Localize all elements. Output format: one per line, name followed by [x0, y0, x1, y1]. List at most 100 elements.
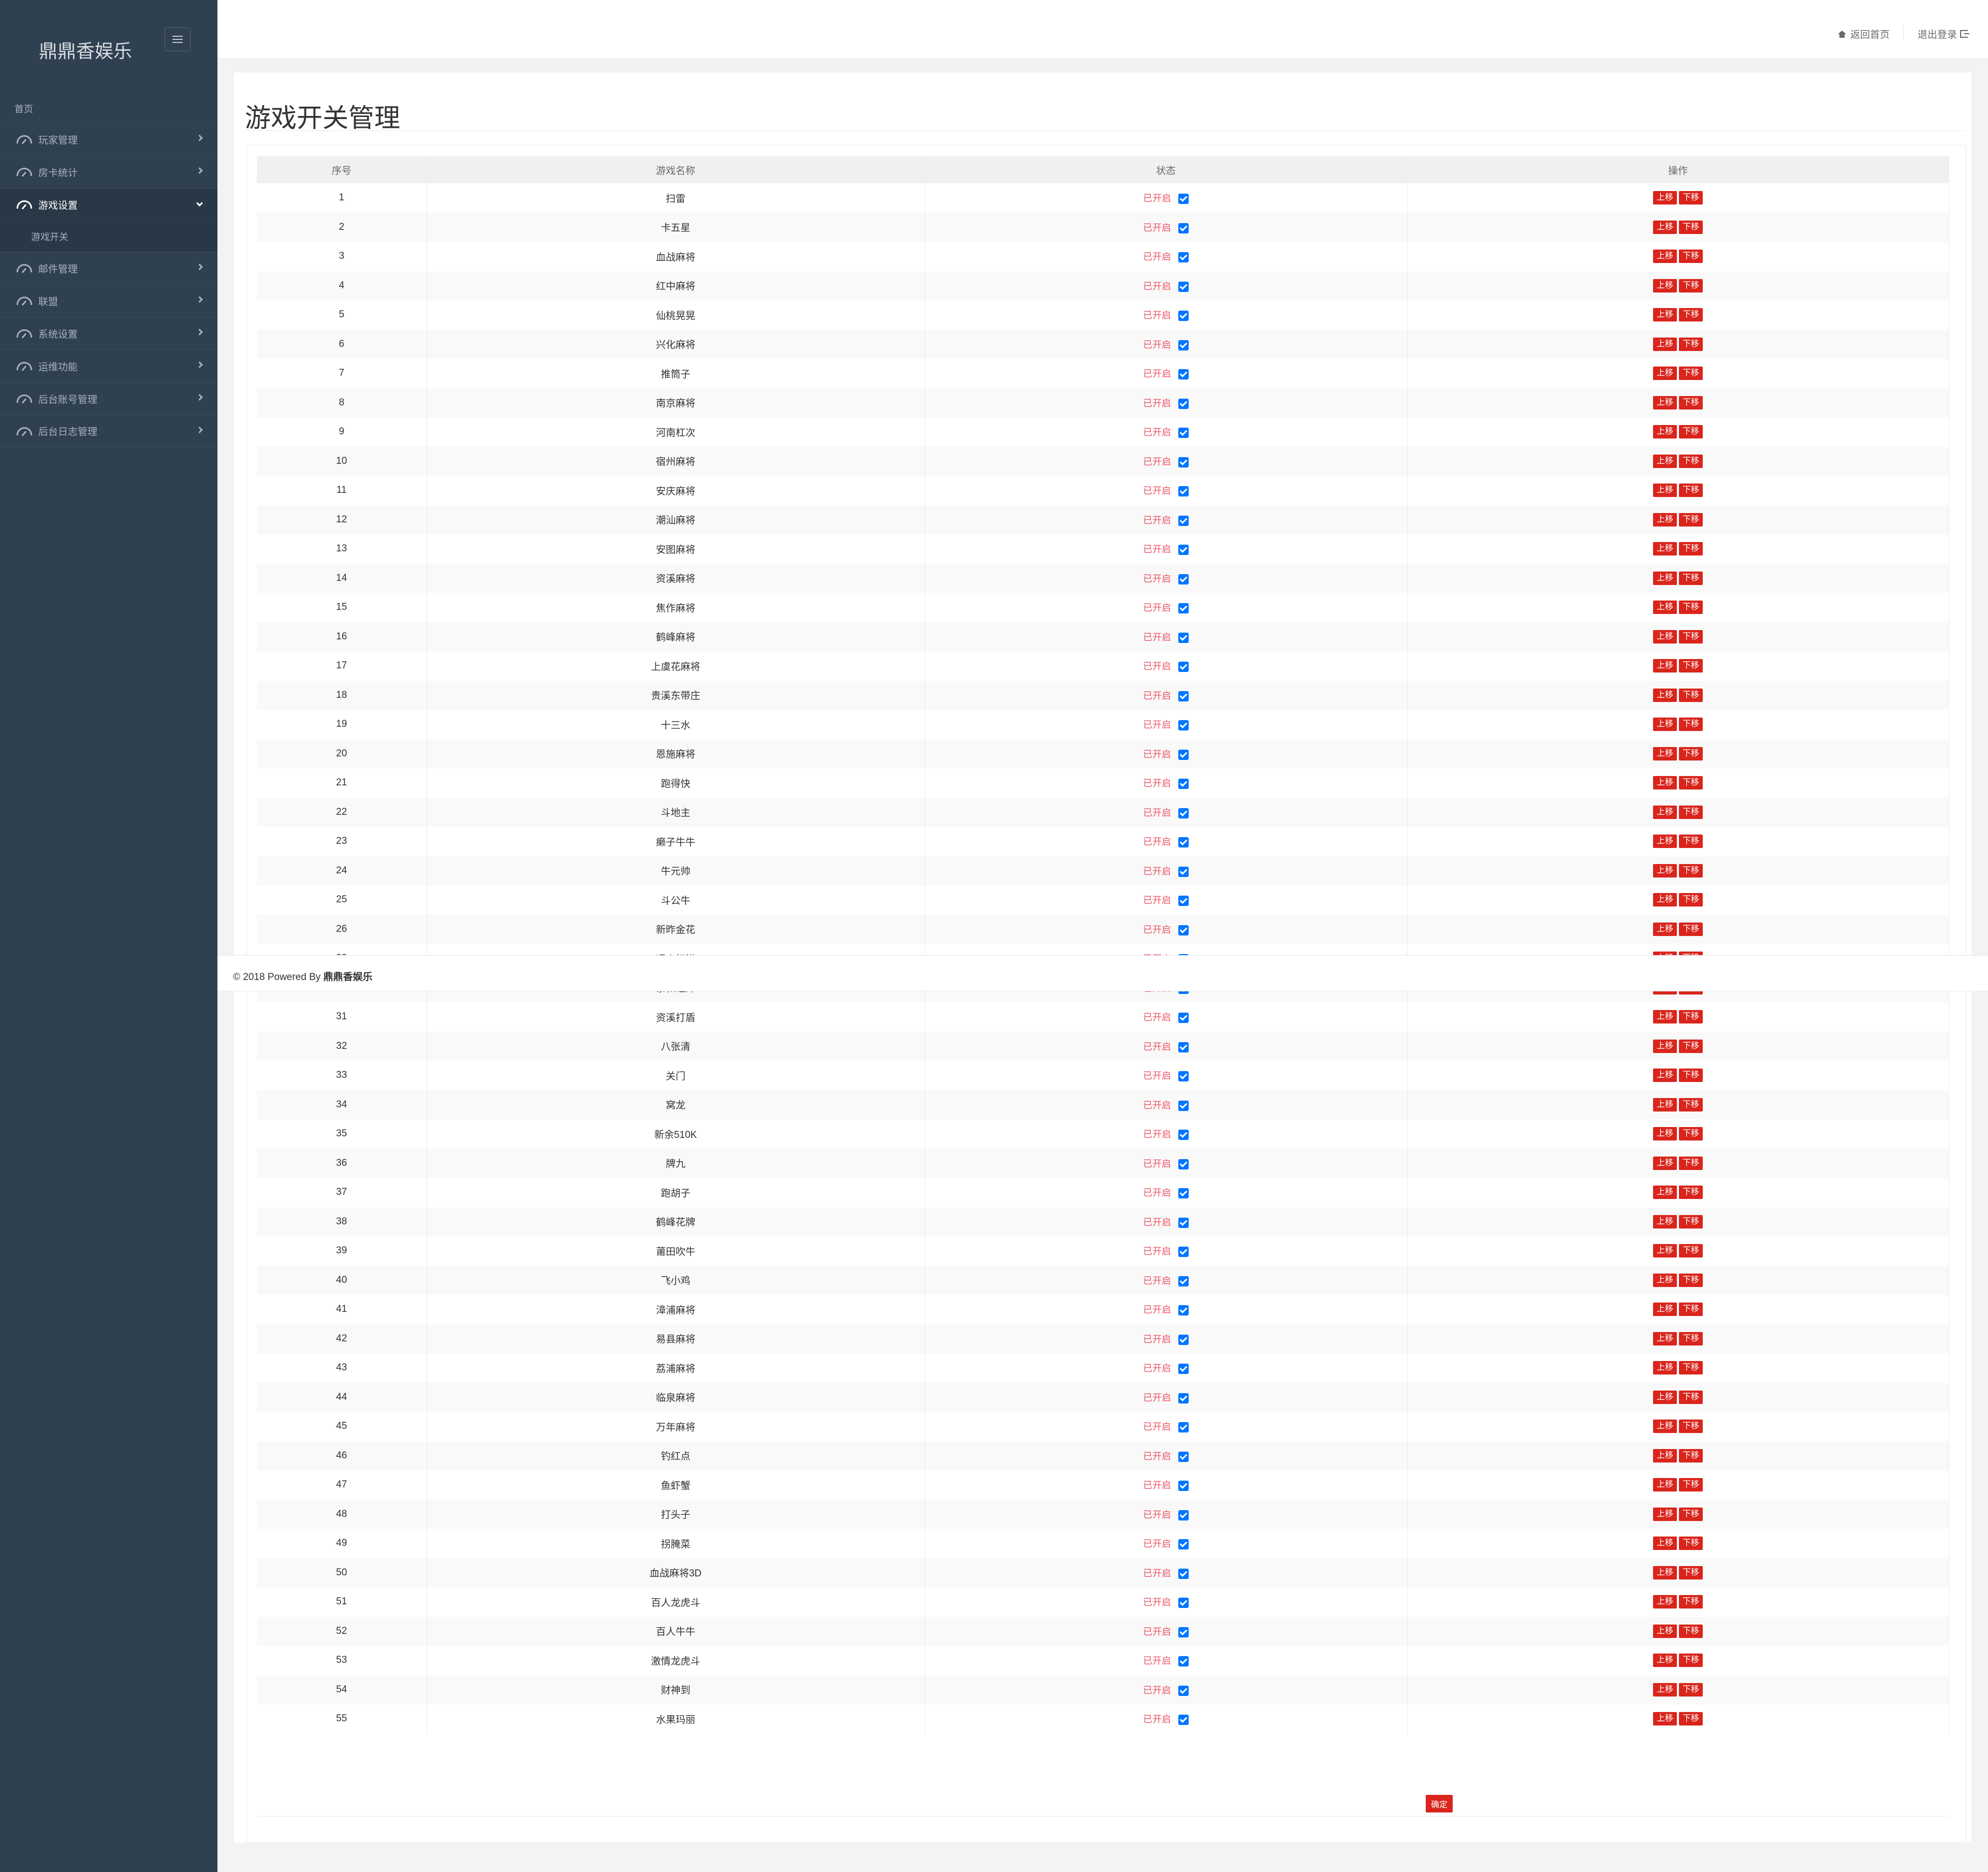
move-down-button[interactable]: 下移	[1679, 191, 1703, 205]
enabled-checkbox[interactable]	[1178, 1130, 1189, 1140]
sidebar-item-system[interactable]: 系统设置	[0, 317, 217, 349]
move-down-button[interactable]: 下移	[1679, 718, 1703, 732]
logout-link[interactable]: 退出登录	[1918, 27, 1970, 41]
move-up-button[interactable]: 上移	[1653, 805, 1677, 819]
move-down-button[interactable]: 下移	[1679, 601, 1703, 615]
move-up-button[interactable]: 上移	[1653, 718, 1677, 732]
move-up-button[interactable]: 上移	[1653, 601, 1677, 615]
enabled-checkbox[interactable]	[1178, 486, 1189, 497]
move-up-button[interactable]: 上移	[1653, 1156, 1677, 1170]
move-down-button[interactable]: 下移	[1679, 250, 1703, 264]
enabled-checkbox[interactable]	[1178, 779, 1189, 789]
move-down-button[interactable]: 下移	[1679, 1127, 1703, 1141]
move-up-button[interactable]: 上移	[1653, 1244, 1677, 1258]
move-down-button[interactable]: 下移	[1679, 279, 1703, 292]
enabled-checkbox[interactable]	[1178, 837, 1189, 848]
move-down-button[interactable]: 下移	[1679, 922, 1703, 936]
move-down-button[interactable]: 下移	[1679, 1215, 1703, 1228]
enabled-checkbox[interactable]	[1178, 1334, 1189, 1345]
move-down-button[interactable]: 下移	[1679, 688, 1703, 702]
move-down-button[interactable]: 下移	[1679, 571, 1703, 585]
move-down-button[interactable]: 下移	[1679, 484, 1703, 498]
move-up-button[interactable]: 上移	[1653, 1449, 1677, 1462]
sidebar-item-game-settings[interactable]: 游戏设置	[0, 188, 217, 221]
enabled-checkbox[interactable]	[1178, 1364, 1189, 1374]
enabled-checkbox[interactable]	[1178, 340, 1189, 350]
enabled-checkbox[interactable]	[1178, 691, 1189, 701]
move-up-button[interactable]: 上移	[1653, 1303, 1677, 1317]
enabled-checkbox[interactable]	[1178, 1188, 1189, 1199]
enabled-checkbox[interactable]	[1178, 1305, 1189, 1316]
move-down-button[interactable]: 下移	[1679, 1098, 1703, 1112]
enabled-checkbox[interactable]	[1178, 1627, 1189, 1637]
sidebar-subitem-game-switch[interactable]: 游戏开关	[0, 221, 217, 252]
move-up-button[interactable]: 上移	[1653, 1273, 1677, 1287]
enabled-checkbox[interactable]	[1178, 1685, 1189, 1696]
move-down-button[interactable]: 下移	[1679, 1332, 1703, 1346]
move-down-button[interactable]: 下移	[1679, 659, 1703, 673]
enabled-checkbox[interactable]	[1178, 252, 1189, 263]
move-up-button[interactable]: 上移	[1653, 396, 1677, 410]
move-up-button[interactable]: 上移	[1653, 1390, 1677, 1404]
move-down-button[interactable]: 下移	[1679, 1069, 1703, 1083]
move-down-button[interactable]: 下移	[1679, 1595, 1703, 1609]
move-down-button[interactable]: 下移	[1679, 630, 1703, 644]
enabled-checkbox[interactable]	[1178, 749, 1189, 760]
enabled-checkbox[interactable]	[1178, 1715, 1189, 1725]
move-up-button[interactable]: 上移	[1653, 1683, 1677, 1696]
move-down-button[interactable]: 下移	[1679, 220, 1703, 234]
move-up-button[interactable]: 上移	[1653, 337, 1677, 351]
enabled-checkbox[interactable]	[1178, 369, 1189, 380]
move-up-button[interactable]: 上移	[1653, 835, 1677, 849]
enabled-checkbox[interactable]	[1178, 1247, 1189, 1257]
move-up-button[interactable]: 上移	[1653, 1361, 1677, 1375]
enabled-checkbox[interactable]	[1178, 866, 1189, 877]
move-down-button[interactable]: 下移	[1679, 367, 1703, 381]
move-down-button[interactable]: 下移	[1679, 1624, 1703, 1638]
sidebar-item-mail[interactable]: 邮件管理	[0, 252, 217, 284]
enabled-checkbox[interactable]	[1178, 194, 1189, 204]
move-up-button[interactable]: 上移	[1653, 1507, 1677, 1521]
move-up-button[interactable]: 上移	[1653, 1069, 1677, 1083]
move-up-button[interactable]: 上移	[1653, 1039, 1677, 1053]
move-up-button[interactable]: 上移	[1653, 191, 1677, 205]
enabled-checkbox[interactable]	[1178, 1013, 1189, 1023]
move-up-button[interactable]: 上移	[1653, 250, 1677, 264]
enabled-checkbox[interactable]	[1178, 1100, 1189, 1111]
move-up-button[interactable]: 上移	[1653, 1127, 1677, 1141]
move-up-button[interactable]: 上移	[1653, 279, 1677, 292]
move-up-button[interactable]: 上移	[1653, 1624, 1677, 1638]
sidebar-home-link[interactable]: 首页	[14, 102, 33, 115]
move-up-button[interactable]: 上移	[1653, 484, 1677, 498]
enabled-checkbox[interactable]	[1178, 1393, 1189, 1403]
move-down-button[interactable]: 下移	[1679, 1361, 1703, 1375]
move-down-button[interactable]: 下移	[1679, 1683, 1703, 1696]
move-down-button[interactable]: 下移	[1679, 835, 1703, 849]
move-down-button[interactable]: 下移	[1679, 1449, 1703, 1462]
enabled-checkbox[interactable]	[1178, 925, 1189, 935]
move-down-button[interactable]: 下移	[1679, 1010, 1703, 1024]
move-up-button[interactable]: 上移	[1653, 1712, 1677, 1726]
enabled-checkbox[interactable]	[1178, 1217, 1189, 1228]
confirm-button[interactable]: 确定	[1426, 1795, 1453, 1812]
move-up-button[interactable]: 上移	[1653, 1595, 1677, 1609]
move-up-button[interactable]: 上移	[1653, 922, 1677, 936]
enabled-checkbox[interactable]	[1178, 223, 1189, 233]
home-link[interactable]: 返回首页	[1838, 27, 1890, 41]
move-up-button[interactable]: 上移	[1653, 1420, 1677, 1434]
enabled-checkbox[interactable]	[1178, 398, 1189, 409]
sidebar-item-logs[interactable]: 后台日志管理	[0, 415, 217, 447]
move-down-button[interactable]: 下移	[1679, 1303, 1703, 1317]
move-up-button[interactable]: 上移	[1653, 454, 1677, 468]
enabled-checkbox[interactable]	[1178, 1159, 1189, 1169]
move-up-button[interactable]: 上移	[1653, 1537, 1677, 1551]
move-up-button[interactable]: 上移	[1653, 747, 1677, 760]
enabled-checkbox[interactable]	[1178, 1539, 1189, 1550]
move-up-button[interactable]: 上移	[1653, 425, 1677, 439]
enabled-checkbox[interactable]	[1178, 545, 1189, 555]
move-up-button[interactable]: 上移	[1653, 659, 1677, 673]
move-down-button[interactable]: 下移	[1679, 513, 1703, 526]
move-down-button[interactable]: 下移	[1679, 864, 1703, 878]
move-down-button[interactable]: 下移	[1679, 1566, 1703, 1580]
enabled-checkbox[interactable]	[1178, 1276, 1189, 1286]
